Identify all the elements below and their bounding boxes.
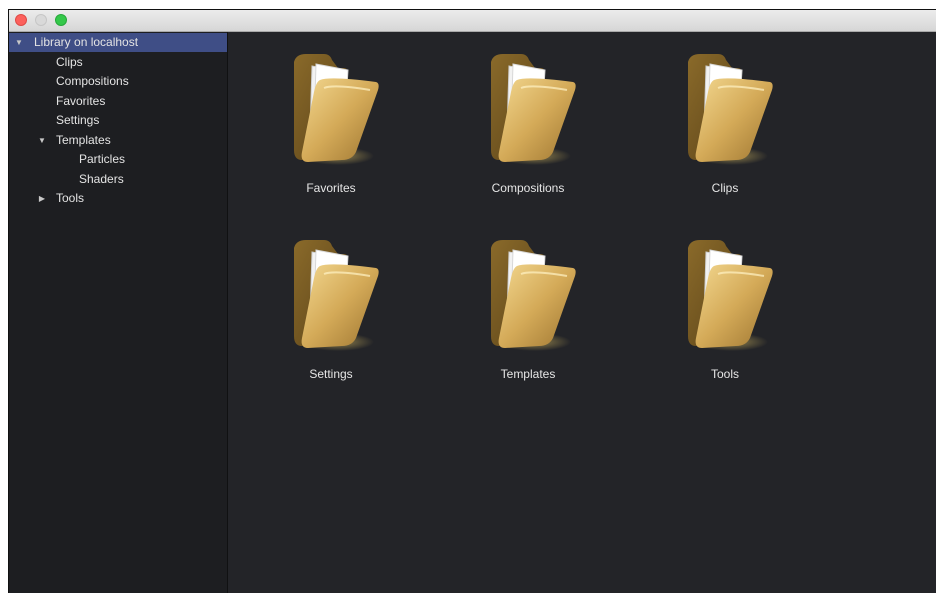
sidebar-item-shaders[interactable]: Shaders (9, 170, 227, 189)
disclosure-collapsed-icon[interactable]: ▶ (37, 189, 47, 208)
sidebar-item-library[interactable]: ▼ Library on localhost (9, 33, 227, 52)
folder-icon (491, 54, 576, 165)
title-bar[interactable] (9, 10, 936, 32)
folder-item-tools[interactable]: Tools (650, 234, 800, 424)
sidebar-item-tools[interactable]: ▶ Tools (9, 189, 227, 208)
sidebar-item-label: Compositions (56, 74, 129, 88)
folder-icon (294, 240, 379, 351)
folder-item-clips[interactable]: Clips (650, 48, 800, 238)
disclosure-expanded-icon[interactable]: ▼ (14, 33, 24, 52)
folder-item-settings[interactable]: Settings (256, 234, 406, 424)
sidebar-item-label: Shaders (79, 172, 124, 186)
folder-label: Favorites (306, 181, 356, 195)
folder-item-compositions[interactable]: Compositions (453, 48, 603, 238)
sidebar-item-templates[interactable]: ▼ Templates (9, 131, 227, 150)
sidebar-item-label: Particles (79, 152, 126, 166)
sidebar-item-clips[interactable]: Clips (9, 53, 227, 72)
sidebar-item-compositions[interactable]: Compositions (9, 72, 227, 91)
disclosure-expanded-icon[interactable]: ▼ (37, 131, 47, 150)
folder-icon (688, 240, 773, 351)
folder-icon (688, 54, 773, 165)
sidebar-item-particles[interactable]: Particles (9, 150, 227, 169)
folder-item-favorites[interactable]: Favorites (256, 48, 406, 238)
folder-item-templates[interactable]: Templates (453, 234, 603, 424)
library-window: ▼ Library on localhost Clips Composition… (8, 9, 936, 593)
minimize-button[interactable] (35, 14, 47, 26)
folder-label: Settings (309, 367, 353, 381)
folder-label: Templates (500, 367, 556, 381)
folder-label: Clips (711, 181, 739, 195)
folder-label: Compositions (491, 181, 565, 195)
zoom-button[interactable] (55, 14, 67, 26)
sidebar-item-settings[interactable]: Settings (9, 111, 227, 130)
folder-icon (294, 54, 379, 165)
sidebar-item-favorites[interactable]: Favorites (9, 92, 227, 111)
close-button[interactable] (15, 14, 27, 26)
sidebar-item-label: Favorites (56, 94, 106, 108)
library-sidebar: ▼ Library on localhost Clips Composition… (9, 32, 228, 593)
sidebar-item-label: Library on localhost (34, 35, 139, 49)
sidebar-item-label: Settings (56, 113, 100, 127)
sidebar-item-label: Clips (56, 55, 83, 69)
sidebar-item-label: Templates (56, 133, 111, 147)
folder-grid: Favorites Compositions Clips Settings Te… (228, 32, 936, 593)
folder-label: Tools (710, 367, 739, 381)
folder-icon (491, 240, 576, 351)
sidebar-item-label: Tools (56, 191, 85, 205)
